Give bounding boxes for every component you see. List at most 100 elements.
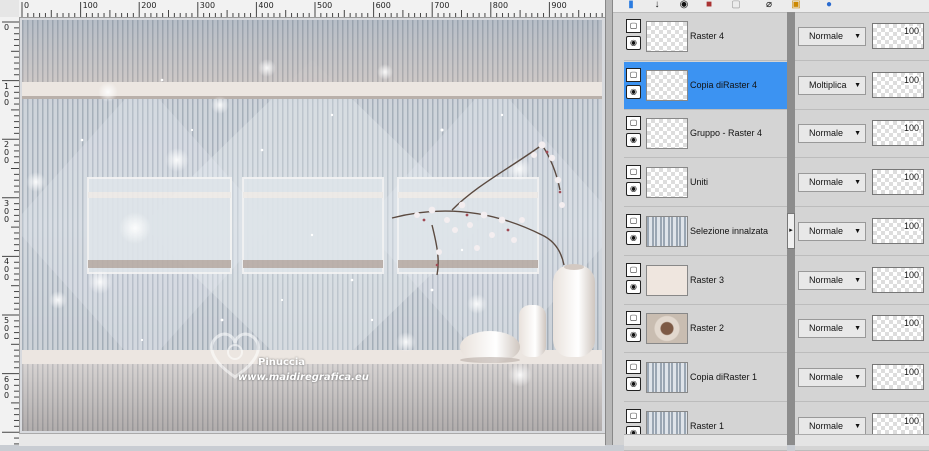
layer-name[interactable]: Uniti (690, 177, 708, 187)
panel-splitter[interactable] (605, 0, 613, 445)
blend-mode-select[interactable]: Normale ▼ (798, 368, 866, 387)
ruler-left-label: 6 0 0 (4, 374, 10, 400)
layers-scrollbar[interactable] (624, 434, 787, 446)
arrow-down-icon[interactable]: ↓ (651, 0, 663, 11)
canvas-artwork[interactable] (22, 20, 602, 431)
layer-row[interactable]: ▢ ◉ Selezione innalzata (624, 208, 787, 256)
layer-row[interactable]: ▢ ◉ Uniti (624, 159, 787, 207)
blend-mode-select[interactable]: Normale ▼ (798, 271, 866, 290)
layer-type-icon[interactable]: ▢ (626, 409, 641, 423)
opacity-field[interactable]: 100 (872, 315, 924, 341)
chevron-down-icon: ▼ (854, 228, 861, 235)
ruler-corner (0, 0, 20, 18)
layer-blend-cell: Normale ▼ 100 (795, 208, 929, 256)
ruler-top-label: 100 (82, 1, 98, 10)
canvas-pane: 0 100 200 300 400 500 600 700 800 900 0 1 0 0 2 0 0… (0, 0, 605, 446)
new-layer-icon[interactable]: ▮ (625, 0, 637, 11)
layer-icons: ▢ ◉ (626, 214, 642, 248)
ruler-left-label: 3 0 0 (4, 198, 10, 224)
visibility-eye-icon[interactable]: ◉ (626, 182, 641, 196)
ruler-top-label: 700 (434, 1, 450, 10)
layer-type-icon[interactable]: ▢ (626, 263, 641, 277)
mask-icon[interactable]: ■ (703, 0, 715, 11)
blend-mode-select[interactable]: Normale ▼ (798, 27, 866, 46)
blend-mode-select[interactable]: Normale ▼ (798, 222, 866, 241)
layer-blend-cell: Normale ▼ 100 (795, 110, 929, 158)
layer-row[interactable]: ▢ ◉ Raster 2 (624, 305, 787, 353)
blend-mode-value: Normale (809, 421, 844, 431)
layer-row[interactable]: ▢ ◉ Copia diRaster 4 (624, 62, 787, 110)
artwork-image (22, 20, 602, 431)
collapse-handle[interactable]: ▸ (787, 213, 795, 249)
blend-mode-select[interactable]: Normale ▼ (798, 124, 866, 143)
opacity-value: 100 (903, 172, 919, 182)
layer-name[interactable]: Selezione innalzata (690, 226, 768, 236)
layer-name[interactable]: Gruppo - Raster 4 (690, 128, 762, 138)
layer-icons: ▢ ◉ (626, 360, 642, 394)
copy-icon[interactable]: ▢ (730, 0, 742, 11)
layer-type-icon[interactable]: ▢ (626, 311, 641, 325)
opacity-value: 100 (903, 75, 919, 85)
layer-type-icon[interactable]: ▢ (626, 68, 641, 82)
ruler-left: 0 1 0 0 2 0 0 3 0 0 4 0 0 5 0 0 6 0 0 (0, 17, 20, 445)
visibility-eye-icon[interactable]: ◉ (626, 280, 641, 294)
layer-type-icon[interactable]: ▢ (626, 360, 641, 374)
opacity-field[interactable]: 100 (872, 120, 924, 146)
layer-blend-cell: Normale ▼ 100 (795, 305, 929, 353)
visibility-eye-icon[interactable]: ◉ (626, 377, 641, 391)
lock-icon[interactable]: ▣ (790, 0, 802, 11)
visibility-eye-icon[interactable]: ◉ (626, 85, 641, 99)
layer-icons: ▢ ◉ (626, 311, 642, 345)
opacity-field[interactable]: 100 (872, 267, 924, 293)
layer-name[interactable]: Raster 2 (690, 323, 724, 333)
layer-thumbnail (646, 118, 688, 149)
layer-type-icon[interactable]: ▢ (626, 116, 641, 130)
chevron-down-icon: ▼ (854, 179, 861, 186)
layer-name[interactable]: Raster 4 (690, 31, 724, 41)
opacity-value: 100 (903, 367, 919, 377)
canvas-horizontal-scrollbar[interactable] (19, 433, 605, 446)
blend-mode-select[interactable]: Normale ▼ (798, 319, 866, 338)
globe-icon[interactable]: ● (823, 0, 835, 11)
blend-scrollbar[interactable] (795, 434, 929, 446)
layer-blend-cell: Normale ▼ 100 (795, 354, 929, 402)
ruler-top-label: 900 (551, 1, 567, 10)
blend-mode-value: Normale (809, 31, 844, 41)
layer-icons: ▢ ◉ (626, 263, 642, 297)
link-icon[interactable]: ⌀ (763, 0, 775, 11)
eye-icon[interactable]: ◉ (675, 0, 693, 11)
opacity-value: 100 (903, 270, 919, 280)
chevron-down-icon: ▼ (854, 325, 861, 332)
blend-mode-select[interactable]: Normale ▼ (798, 173, 866, 192)
layer-type-icon[interactable]: ▢ (626, 214, 641, 228)
layer-type-icon[interactable]: ▢ (626, 165, 641, 179)
layer-row[interactable]: ▢ ◉ Raster 4 (624, 13, 787, 61)
layer-name[interactable]: Copia diRaster 4 (690, 80, 757, 90)
opacity-field[interactable]: 100 (872, 364, 924, 390)
layer-row[interactable]: ▢ ◉ Gruppo - Raster 4 (624, 110, 787, 158)
visibility-eye-icon[interactable]: ◉ (626, 36, 641, 50)
blend-mode-value: Moltiplica (809, 80, 847, 90)
layer-thumbnail (646, 313, 688, 344)
layer-type-icon[interactable]: ▢ (626, 19, 641, 33)
opacity-field[interactable]: 100 (872, 23, 924, 49)
opacity-field[interactable]: 100 (872, 218, 924, 244)
opacity-field[interactable]: 100 (872, 169, 924, 195)
opacity-field[interactable]: 100 (872, 72, 924, 98)
visibility-eye-icon[interactable]: ◉ (626, 133, 641, 147)
ruler-top-ticks (21, 2, 603, 17)
opacity-value: 100 (903, 123, 919, 133)
opacity-value: 100 (903, 318, 919, 328)
layer-name[interactable]: Copia diRaster 1 (690, 372, 757, 382)
blend-mode-select[interactable]: Moltiplica ▼ (798, 76, 866, 95)
layer-name[interactable]: Raster 3 (690, 275, 724, 285)
layer-row[interactable]: ▢ ◉ Copia diRaster 1 (624, 354, 787, 402)
layer-icons: ▢ ◉ (626, 116, 642, 150)
visibility-eye-icon[interactable]: ◉ (626, 328, 641, 342)
blend-mode-value: Normale (809, 323, 844, 333)
layer-name[interactable]: Raster 1 (690, 421, 724, 431)
blend-mode-value: Normale (809, 372, 844, 382)
visibility-eye-icon[interactable]: ◉ (626, 231, 641, 245)
layer-row[interactable]: ▢ ◉ Raster 3 (624, 257, 787, 305)
watermark-name: Pinuccia (258, 357, 306, 368)
